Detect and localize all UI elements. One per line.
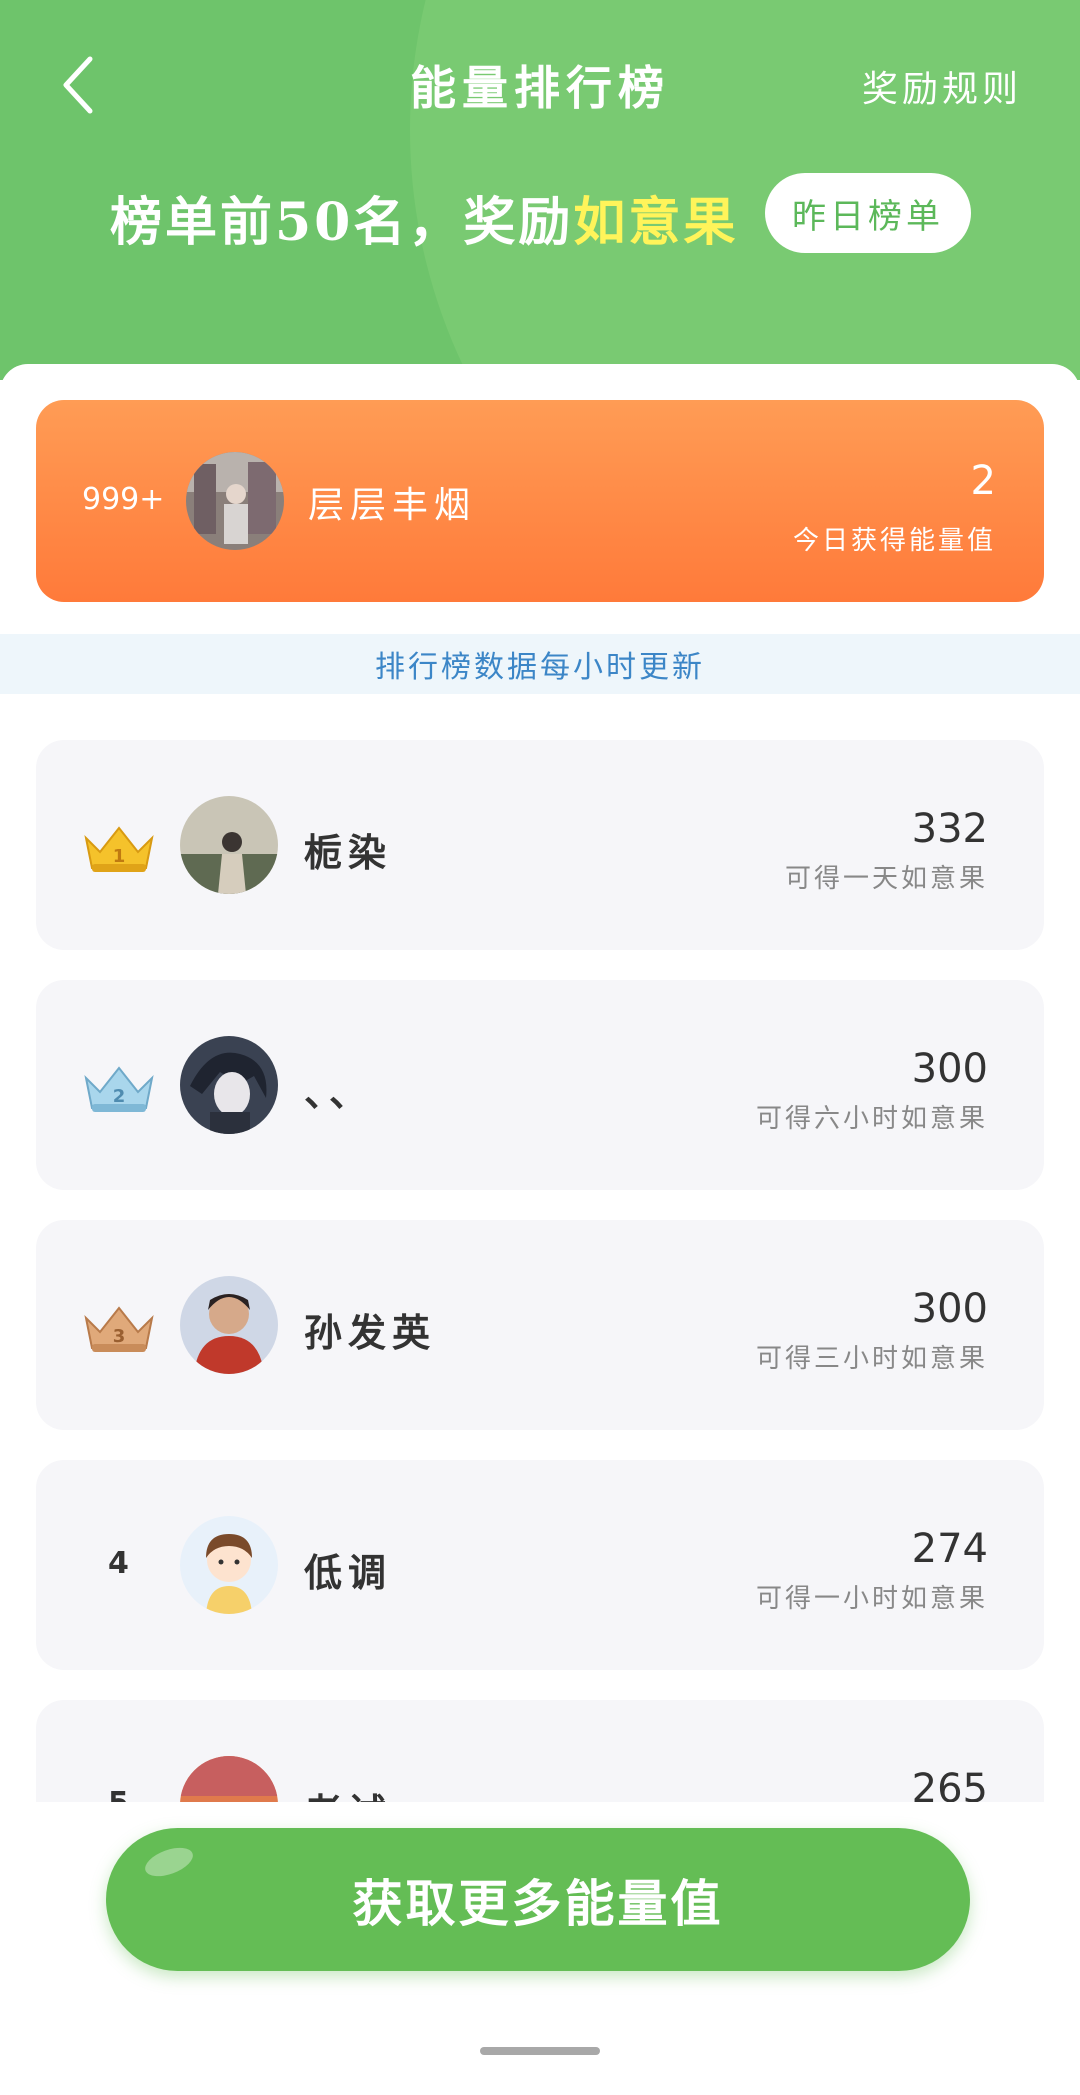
bronze-crown-icon: 3 (84, 1306, 154, 1352)
player-reward: 可得六小时如意果 (755, 1104, 988, 1134)
svg-text:1: 1 (113, 846, 126, 867)
player-score: 274 (911, 1526, 988, 1572)
avatar (180, 1276, 278, 1374)
leaderboard-row-4[interactable]: 4 低调 274 可得一小时如意果 (36, 1460, 1044, 1670)
player-score: 300 (911, 1286, 988, 1332)
my-rank-number: 999+ (82, 482, 165, 517)
player-reward: 可得一天如意果 (784, 864, 988, 894)
rank-number: 4 (108, 1546, 129, 1581)
player-name: 低调 (304, 1550, 393, 1595)
yesterday-ranking-button[interactable]: 昨日榜单 (765, 173, 971, 253)
player-reward: 可得三小时如意果 (755, 1344, 988, 1374)
avatar (180, 1516, 278, 1614)
reward-rules-link[interactable]: 奖励规则 (862, 60, 1022, 112)
player-name: 孙发英 (304, 1310, 437, 1355)
silver-crown-icon: 2 (84, 1066, 154, 1112)
avatar (180, 796, 278, 894)
my-avatar (186, 452, 284, 550)
banner-prefix: 榜单前50名，奖励 (110, 192, 574, 253)
player-score: 265 (911, 1766, 988, 1802)
avatar (180, 1756, 278, 1802)
svg-text:3: 3 (113, 1326, 126, 1347)
player-name: 栀染 (304, 830, 393, 875)
leaderboard-row-3[interactable]: 3 孙发英 300 可得三小时如意果 (36, 1220, 1044, 1430)
svg-text:2: 2 (113, 1086, 126, 1107)
player-score: 332 (911, 806, 988, 852)
leaderboard-row-1[interactable]: 1 栀染 332 可得一天如意果 (36, 740, 1044, 950)
player-name: 、、 (304, 1070, 374, 1115)
leaderboard-row-2[interactable]: 2 、、 300 可得六小时如意果 (36, 980, 1044, 1190)
avatar (180, 1036, 278, 1134)
gold-crown-icon: 1 (84, 826, 154, 872)
banner-highlight: 如意果 (573, 192, 739, 253)
player-reward: 可得一小时如意果 (755, 1584, 988, 1614)
my-score-label: 今日获得能量值 (792, 526, 996, 556)
update-notice: 排行榜数据每小时更新 (0, 634, 1080, 694)
button-shine (141, 1842, 197, 1882)
my-rank-card[interactable]: 999+ 层层丰烟 2 今日获得能量值 (36, 400, 1044, 602)
home-indicator[interactable] (480, 2047, 600, 2055)
leaderboard-list[interactable]: 1 栀染 332 可得一天如意果 2 、、 300 可得六小时如意果 3 孙发英… (0, 700, 1080, 1802)
my-score: 2 (970, 458, 996, 504)
leaderboard-row-5[interactable]: 5 老试 265 (36, 1700, 1044, 1802)
banner-text: 榜单前50名，奖励如意果 (110, 180, 738, 255)
my-name: 层层丰烟 (308, 485, 477, 526)
player-score: 300 (911, 1046, 988, 1092)
cta-label: 获取更多能量值 (352, 1874, 724, 1933)
player-name: 老试 (304, 1782, 392, 1802)
rank-number: 5 (108, 1786, 129, 1802)
get-more-energy-button[interactable]: 获取更多能量值 (106, 1828, 970, 1971)
